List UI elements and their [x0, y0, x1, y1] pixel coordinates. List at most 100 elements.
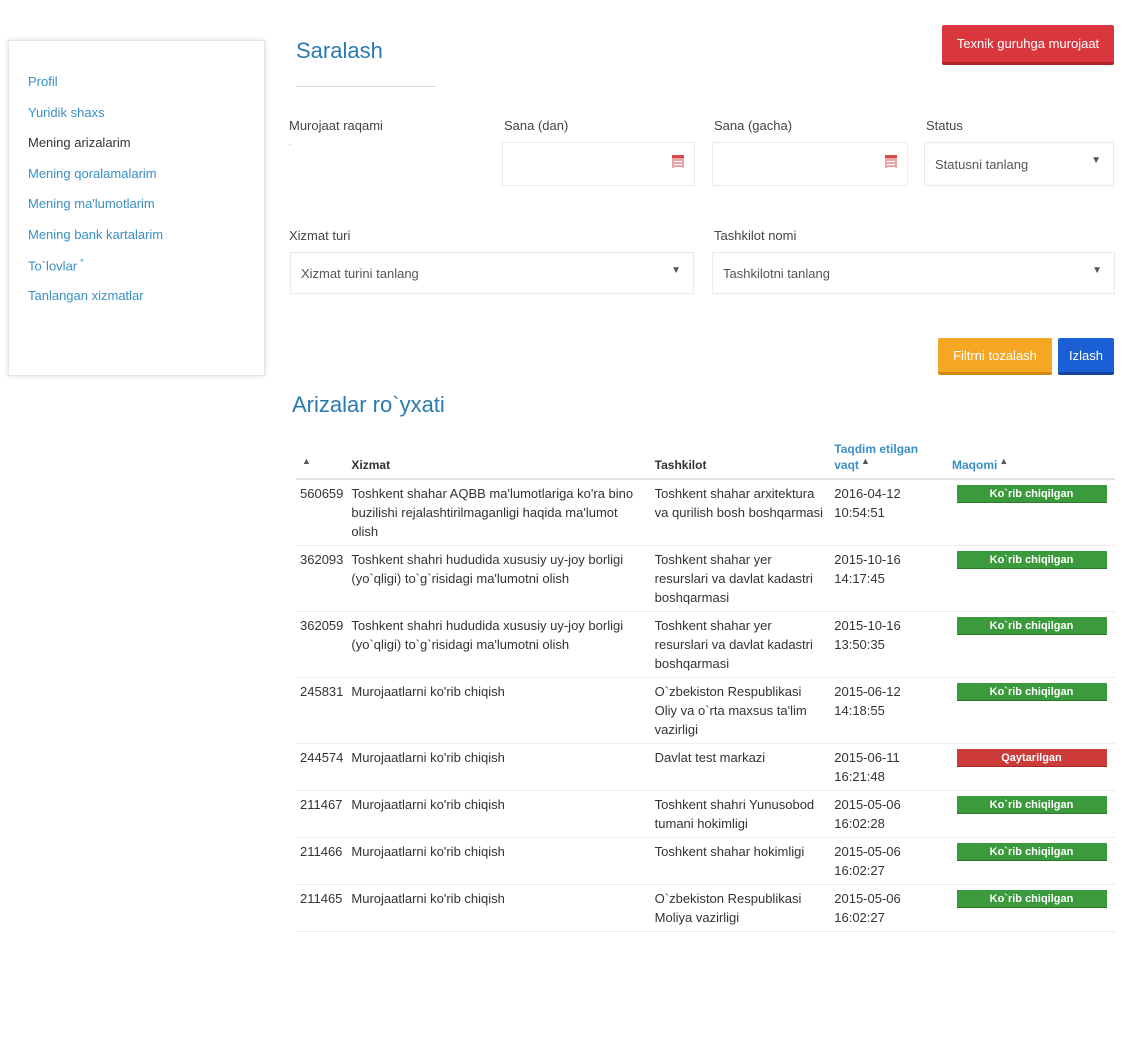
- calendar-icon[interactable]: [885, 155, 897, 168]
- sidebar-item[interactable]: Mening ma'lumotlarim: [28, 196, 264, 227]
- table-row[interactable]: 245831 Murojaatlarni ko'rib chiqish O`zbek…: [296, 677, 1115, 744]
- organization-select[interactable]: Tashkilotni tanlang ▼: [712, 252, 1115, 294]
- table-row[interactable]: 211467 Murojaatlarni ko'rib chiqish Toshke…: [296, 790, 1115, 838]
- search-button[interactable]: Izlash: [1058, 338, 1114, 375]
- cell-status: Ko`rib chiqilgan: [948, 611, 1115, 678]
- caret-down-icon: ▼: [1091, 155, 1101, 166]
- table-row[interactable]: 211466 Murojaatlarni ko'rib chiqish Toshke…: [296, 837, 1115, 885]
- status-badge: Ko`rib chiqilgan: [956, 485, 1107, 503]
- table-row[interactable]: 244574 Murojaatlarni ko'rib chiqish Davlat…: [296, 743, 1115, 791]
- submitted-time: 10:54:51: [834, 505, 885, 520]
- cell-service[interactable]: Toshkent shahri hududida xususiy uy-joy …: [347, 611, 651, 678]
- cell-id[interactable]: 245831: [296, 677, 348, 744]
- service-type-label: Xizmat turi: [289, 228, 351, 243]
- clear-filter-button[interactable]: Filtrni tozalash: [938, 338, 1052, 375]
- status-badge: Ko`rib chiqilgan: [956, 796, 1107, 814]
- submitted-time: 14:17:45: [834, 571, 885, 586]
- sidebar-item[interactable]: Mening bank kartalarim: [28, 227, 264, 258]
- status-badge: Ko`rib chiqilgan: [956, 843, 1107, 861]
- page-title: Saralash: [296, 38, 383, 63]
- cell-id[interactable]: 244574: [296, 743, 348, 791]
- cell-organization: Toshkent shahar arxitektura va qurilish …: [650, 479, 831, 546]
- table-row[interactable]: 560659 Toshkent shahar AQBB ma'lumotlarig…: [296, 479, 1115, 546]
- cell-organization: O`zbekiston Respublikasi Moliya vazirlig…: [650, 884, 831, 932]
- date-from-field[interactable]: [502, 142, 695, 186]
- cell-id[interactable]: 211466: [296, 837, 348, 885]
- column-header-status[interactable]: Maqomi ▲: [948, 442, 1115, 480]
- sidebar-menu: Profil Yuridik shaxs Mening arizalarim Meni…: [9, 41, 264, 318]
- sidebar-item-label[interactable]: Mening arizalarim: [28, 135, 131, 150]
- cell-organization: Toshkent shahar hokimligi: [650, 837, 831, 885]
- service-type-select-value: Xizmat turini tanlang: [301, 265, 419, 281]
- sidebar-item[interactable]: To`lovlar *: [28, 257, 264, 288]
- sidebar-item-label[interactable]: Tanlangan xizmatlar: [28, 288, 144, 303]
- table-body: 560659 Toshkent shahar AQBB ma'lumotlarig…: [296, 479, 1115, 932]
- submitted-time: 16:02:28: [834, 816, 885, 831]
- submitted-date: 2015-05-06: [834, 844, 901, 859]
- organization-label: Tashkilot nomi: [714, 228, 797, 243]
- cell-service[interactable]: Toshkent shahar AQBB ma'lumotlariga ko'r…: [347, 479, 651, 546]
- cell-status: Qaytarilgan: [948, 743, 1115, 791]
- sidebar-item[interactable]: Mening qoralamalarim: [28, 166, 264, 197]
- date-from-input[interactable]: [513, 156, 684, 172]
- cell-service[interactable]: Murojaatlarni ko'rib chiqish: [347, 743, 651, 791]
- sidebar-item-label[interactable]: To`lovlar: [28, 258, 77, 273]
- submitted-date: 2015-10-16: [834, 618, 901, 633]
- table-row[interactable]: 362093 Toshkent shahri hududida xususiy u…: [296, 545, 1115, 612]
- calendar-icon[interactable]: [672, 155, 684, 168]
- submitted-time: 16:21:48: [834, 769, 885, 784]
- cell-id[interactable]: 211467: [296, 790, 348, 838]
- status-badge: Ko`rib chiqilgan: [956, 551, 1107, 569]
- cell-submitted: 2016-04-12 10:54:51: [830, 479, 948, 546]
- table-row[interactable]: 362059 Toshkent shahri hududida xususiy u…: [296, 611, 1115, 678]
- cell-submitted: 2015-06-11 16:21:48: [830, 743, 948, 791]
- sort-icon[interactable]: ▲: [861, 456, 870, 466]
- sort-icon[interactable]: ▲: [302, 456, 311, 466]
- cell-id[interactable]: 211465: [296, 884, 348, 932]
- cell-submitted: 2015-10-16 13:50:35: [830, 611, 948, 678]
- cell-service[interactable]: Murojaatlarni ko'rib chiqish: [347, 884, 651, 932]
- submitted-date: 2015-05-06: [834, 891, 901, 906]
- request-number-field[interactable]: [292, 142, 488, 186]
- table-header-row: ▲ Xizmat Tashkilot Taqdim etilgan vaqt ▲ …: [296, 442, 1115, 480]
- sidebar-item[interactable]: Yuridik shaxs: [28, 105, 264, 136]
- date-to-input[interactable]: [723, 156, 897, 172]
- submitted-date: 2016-04-12: [834, 486, 901, 501]
- caret-down-icon: ▼: [671, 265, 681, 276]
- sort-icon[interactable]: ▲: [999, 456, 1008, 466]
- date-to-field[interactable]: [712, 142, 908, 186]
- table-row[interactable]: 211465 Murojaatlarni ko'rib chiqish O`zbek…: [296, 884, 1115, 932]
- cell-id[interactable]: 362093: [296, 545, 348, 612]
- sidebar-item[interactable]: Tanlangan xizmatlar: [28, 288, 264, 319]
- cell-service[interactable]: Toshkent shahri hududida xususiy uy-joy …: [347, 545, 651, 612]
- applications-table: ▲ Xizmat Tashkilot Taqdim etilgan vaqt ▲ …: [296, 442, 1115, 932]
- sidebar-item[interactable]: Profil: [28, 74, 264, 105]
- sidebar-item-label[interactable]: Profil: [28, 74, 58, 89]
- cell-id[interactable]: 560659: [296, 479, 348, 546]
- sidebar-item[interactable]: Mening arizalarim: [28, 135, 264, 166]
- submitted-time: 14:18:55: [834, 703, 885, 718]
- title-divider: [296, 86, 436, 87]
- sidebar-item-label[interactable]: Mening bank kartalarim: [28, 227, 163, 242]
- sidebar-item-label[interactable]: Mening ma'lumotlarim: [28, 196, 155, 211]
- sidebar-item-label[interactable]: Yuridik shaxs: [28, 105, 105, 120]
- caret-down-icon: ▼: [1092, 265, 1102, 276]
- submitted-date: 2015-10-16: [834, 552, 901, 567]
- submitted-date: 2015-05-06: [834, 797, 901, 812]
- cell-service[interactable]: Murojaatlarni ko'rib chiqish: [347, 837, 651, 885]
- sidebar-item-label[interactable]: Mening qoralamalarim: [28, 166, 157, 181]
- cell-id[interactable]: 362059: [296, 611, 348, 678]
- column-header-id[interactable]: ▲: [296, 442, 348, 480]
- cell-status: Ko`rib chiqilgan: [948, 677, 1115, 744]
- column-header-submitted[interactable]: Taqdim etilgan vaqt ▲: [830, 442, 948, 480]
- request-number-label: Murojaat raqami: [289, 118, 383, 133]
- status-select[interactable]: Statusni tanlang ▼: [924, 142, 1114, 186]
- request-number-input[interactable]: [303, 156, 477, 172]
- cell-submitted: 2015-05-06 16:02:27: [830, 837, 948, 885]
- support-button[interactable]: Texnik guruhga murojaat: [942, 25, 1114, 65]
- service-type-select[interactable]: Xizmat turini tanlang ▼: [290, 252, 694, 294]
- cell-service[interactable]: Murojaatlarni ko'rib chiqish: [347, 677, 651, 744]
- cell-service[interactable]: Murojaatlarni ko'rib chiqish: [347, 790, 651, 838]
- submitted-time: 16:02:27: [834, 910, 885, 925]
- cell-submitted: 2015-10-16 14:17:45: [830, 545, 948, 612]
